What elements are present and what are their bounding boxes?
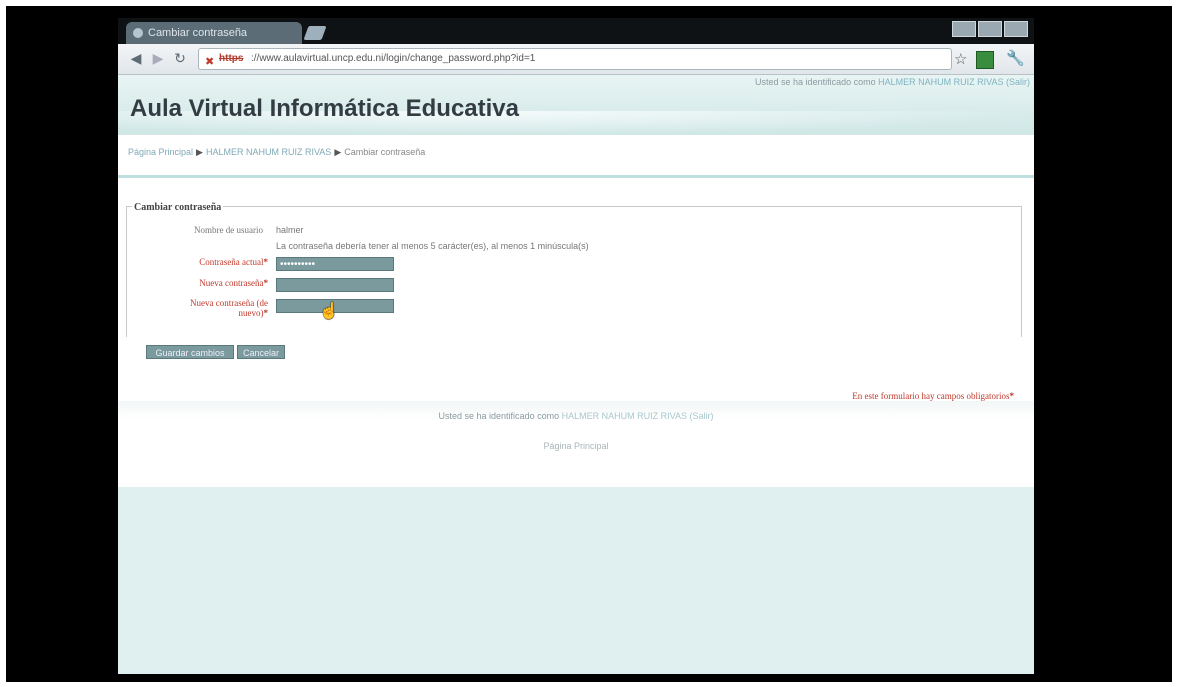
required-mark: * — [263, 257, 269, 267]
reload-icon[interactable]: ↻ — [172, 50, 188, 66]
cancel-button[interactable]: Cancelar — [237, 345, 285, 359]
new-password-again-label-line1: Nueva contraseña (de — [190, 298, 268, 308]
password-rules: La contraseña debería tener al menos 5 c… — [276, 241, 589, 251]
login-info: Usted se ha identificado como HALMER NAH… — [755, 77, 1030, 87]
new-tab-button[interactable] — [303, 26, 327, 40]
footer-login-prefix: Usted se ha identificado como — [438, 411, 560, 421]
save-button[interactable]: Guardar cambios — [146, 345, 234, 359]
favicon-icon — [133, 28, 143, 38]
fieldset-legend: Cambiar contraseña — [132, 202, 224, 213]
current-password-field[interactable]: •••••••••• — [276, 257, 394, 271]
browser-tab[interactable]: Cambiar contraseña — [126, 22, 302, 44]
browser-toolbar: ◀ ▶ ↻ ✖ https ://www.aulavirtual.uncp.ed… — [118, 44, 1034, 75]
breadcrumb: Página Principal ▶ HALMER NAHUM RUIZ RIVAS… — [128, 147, 425, 158]
site-header: Usted se ha identificado como HALMER NAH… — [118, 75, 1034, 135]
lock-warning-icon: ✖ — [205, 56, 215, 68]
username-label: Nombre de usuario — [194, 225, 263, 235]
browser-window: Cambiar contraseña ◀ ▶ ↻ ✖ https ://www.… — [118, 18, 1034, 674]
back-arrow-icon[interactable]: ◀ — [128, 50, 144, 66]
maximize-button[interactable] — [978, 21, 1002, 37]
window-controls — [952, 21, 1028, 37]
breadcrumb-separator-icon: ▶ — [196, 147, 203, 157]
wrench-icon[interactable]: 🔧 — [1006, 49, 1025, 67]
required-mark: * — [263, 278, 269, 288]
web-page: Usted se ha identificado como HALMER NAH… — [118, 75, 1034, 674]
new-password-label-text: Nueva contraseña — [199, 278, 264, 288]
hand-cursor-icon: ☝ — [319, 303, 339, 320]
page-bottom-band — [118, 487, 1034, 674]
new-password-label: Nueva contraseña* — [138, 278, 268, 288]
url-scheme: https — [219, 53, 244, 64]
logout-link[interactable]: (Salir) — [1006, 77, 1030, 87]
page-footer: Usted se ha identificado como HALMER NAH… — [118, 401, 1034, 491]
tab-title: Cambiar contraseña — [148, 27, 248, 39]
login-user-link[interactable]: HALMER NAHUM RUIZ RIVAS — [878, 77, 1003, 87]
url-text: ://www.aulavirtual.uncp.edu.ni/login/cha… — [251, 53, 536, 64]
breadcrumb-current: Cambiar contraseña — [344, 147, 426, 157]
footer-user-link[interactable]: HALMER NAHUM RUIZ RIVAS — [562, 411, 687, 421]
current-password-label: Contraseña actual* — [138, 257, 268, 267]
breadcrumb-user[interactable]: HALMER NAHUM RUIZ RIVAS — [206, 147, 331, 157]
address-bar[interactable]: ✖ https ://www.aulavirtual.uncp.edu.ni/l… — [198, 48, 952, 70]
new-password-field[interactable] — [276, 278, 394, 292]
required-fields-note: En este formulario hay campos obligatori… — [852, 391, 1014, 401]
footer-home-link[interactable]: Página Principal — [118, 441, 1034, 451]
site-title[interactable]: Aula Virtual Informática Educativa — [130, 95, 519, 123]
forward-arrow-icon[interactable]: ▶ — [150, 50, 166, 66]
navbar: Página Principal ▶ HALMER NAHUM RUIZ RIVAS… — [118, 135, 1034, 178]
tab-strip: Cambiar contraseña — [118, 18, 1034, 44]
minimize-button[interactable] — [952, 21, 976, 37]
footer-logout-link[interactable]: (Salir) — [689, 411, 713, 421]
required-mark: * — [1009, 391, 1015, 401]
required-mark: * — [263, 308, 269, 318]
username-value: halmer — [276, 225, 304, 235]
breadcrumb-home[interactable]: Página Principal — [128, 147, 193, 157]
login-info-prefix: Usted se ha identificado como — [755, 77, 876, 87]
breadcrumb-separator-icon: ▶ — [334, 147, 342, 157]
extension-icon[interactable] — [976, 51, 994, 69]
current-password-label-text: Contraseña actual — [199, 257, 264, 267]
footer-login-info: Usted se ha identificado como HALMER NAH… — [118, 411, 1034, 421]
new-password-again-label: Nueva contraseña (de nuevo)* — [138, 298, 268, 318]
required-note-text: En este formulario hay campos obligatori… — [852, 391, 1010, 401]
new-password-again-label-line2: nuevo) — [238, 308, 264, 318]
close-window-button[interactable] — [1004, 21, 1028, 37]
star-icon[interactable]: ☆ — [954, 50, 967, 68]
